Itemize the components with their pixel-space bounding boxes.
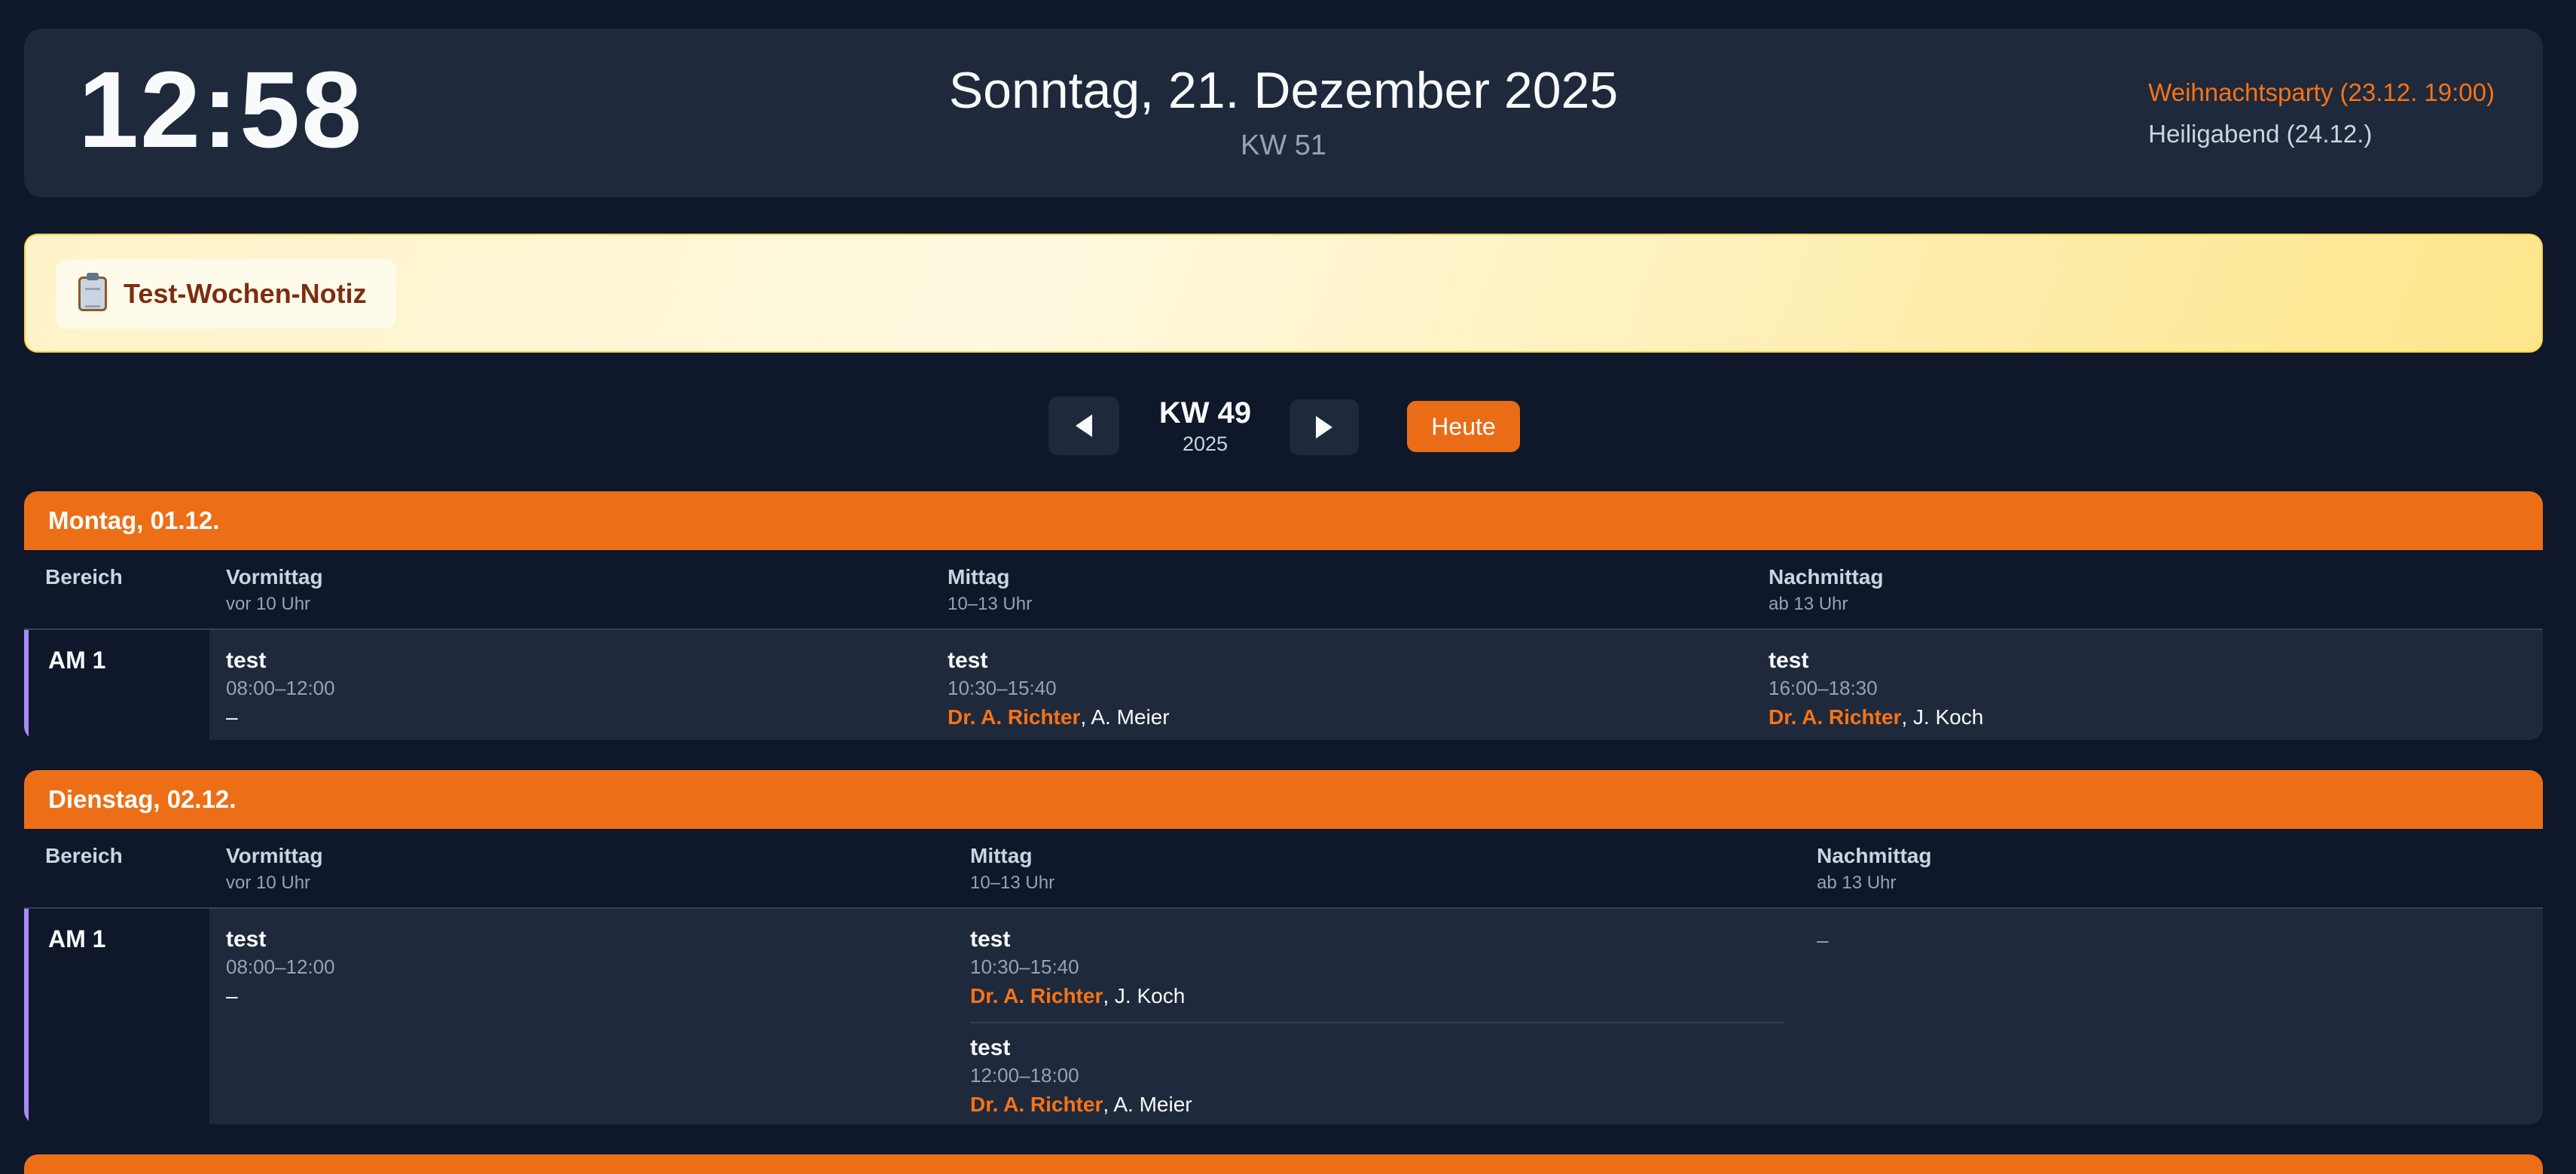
day-card: Montag, 01.12. Bereich Vormittag vor 10 … <box>24 491 2543 740</box>
column-noon: Mittag 10–13 Uhr <box>970 844 1055 893</box>
week-note[interactable]: Test-Wochen-Notiz <box>56 259 396 329</box>
clipboard-icon <box>78 273 107 311</box>
lead-staff: Dr. A. Richter <box>1769 705 1902 729</box>
week-year: 2025 <box>1182 433 1228 455</box>
event-item: Heiligabend (24.12.) <box>2148 120 2373 148</box>
today-button[interactable]: Heute <box>1407 401 1520 452</box>
noon-slot: test 10:30–15:40 Dr. A. Richter, J. Koch… <box>970 928 1784 1115</box>
week-note-text: Test-Wochen-Notiz <box>124 278 367 309</box>
chevron-left-icon <box>1076 414 1092 437</box>
day-card: Dienstag, 02.12. Bereich Vormittag vor 1… <box>24 770 2543 1124</box>
shift-entry[interactable]: test 08:00–12:00 – <box>226 928 335 1007</box>
lead-staff: Dr. A. Richter <box>948 705 1081 729</box>
area-cell: AM 1 <box>29 909 209 1124</box>
event-item: Weihnachtsparty (23.12. 19:00) <box>2148 78 2495 106</box>
week-number: KW 49 <box>1158 396 1252 430</box>
chevron-right-icon <box>1316 416 1332 439</box>
column-header: Bereich Vormittag vor 10 Uhr Mittag 10–1… <box>24 550 2543 630</box>
entry-divider <box>970 1022 1784 1023</box>
column-afternoon: Nachmittag ab 13 Uhr <box>1817 844 1932 893</box>
area-label: AM 1 <box>48 647 106 674</box>
next-week-button[interactable] <box>1290 399 1359 455</box>
day-title: Montag, 01.12. <box>24 491 2543 550</box>
header-card: 12:58 Sonntag, 21. Dezember 2025 KW 51 W… <box>24 29 2543 197</box>
shift-entry[interactable]: test 10:30–15:40 Dr. A. Richter, A. Meie… <box>948 650 1170 728</box>
next-day-header <box>24 1154 2543 1174</box>
prev-week-button[interactable] <box>1048 396 1119 455</box>
column-afternoon: Nachmittag ab 13 Uhr <box>1769 565 1884 614</box>
dashboard: 12:58 Sonntag, 21. Dezember 2025 KW 51 W… <box>0 0 2576 1174</box>
shift-entry[interactable]: test 08:00–12:00 – <box>226 650 335 728</box>
table-row: AM 1 test 08:00–12:00 – test 10:30–15:40… <box>24 630 2543 740</box>
shift-entry[interactable]: test 10:30–15:40 Dr. A. Richter, J. Koch <box>970 928 1784 1007</box>
column-morning: Vormittag vor 10 Uhr <box>226 565 323 614</box>
week-navigation: KW 49 2025 Heute <box>0 392 2576 460</box>
lead-staff: Dr. A. Richter <box>970 1093 1103 1116</box>
week-note-banner: Test-Wochen-Notiz <box>24 234 2543 353</box>
shift-entry[interactable]: test 12:00–18:00 Dr. A. Richter, A. Meie… <box>970 1037 1784 1115</box>
upcoming-events: Weihnachtsparty (23.12. 19:00) Heiligabe… <box>2148 80 2495 146</box>
column-area: Bereich <box>45 844 123 867</box>
area-label: AM 1 <box>48 925 106 952</box>
column-header: Bereich Vormittag vor 10 Uhr Mittag 10–1… <box>24 829 2543 909</box>
column-noon: Mittag 10–13 Uhr <box>948 565 1033 614</box>
week-label: KW 49 2025 <box>1130 398 1280 454</box>
empty-slot: – <box>1817 928 1829 952</box>
lead-staff: Dr. A. Richter <box>970 984 1103 1007</box>
column-area: Bereich <box>45 565 123 589</box>
column-morning: Vormittag vor 10 Uhr <box>226 844 323 893</box>
shift-entry[interactable]: test 16:00–18:30 Dr. A. Richter, J. Koch <box>1769 650 1983 728</box>
area-cell: AM 1 <box>29 630 209 740</box>
table-row: AM 1 test 08:00–12:00 – test 10:30–15:40… <box>24 909 2543 1124</box>
day-title: Dienstag, 02.12. <box>24 770 2543 829</box>
